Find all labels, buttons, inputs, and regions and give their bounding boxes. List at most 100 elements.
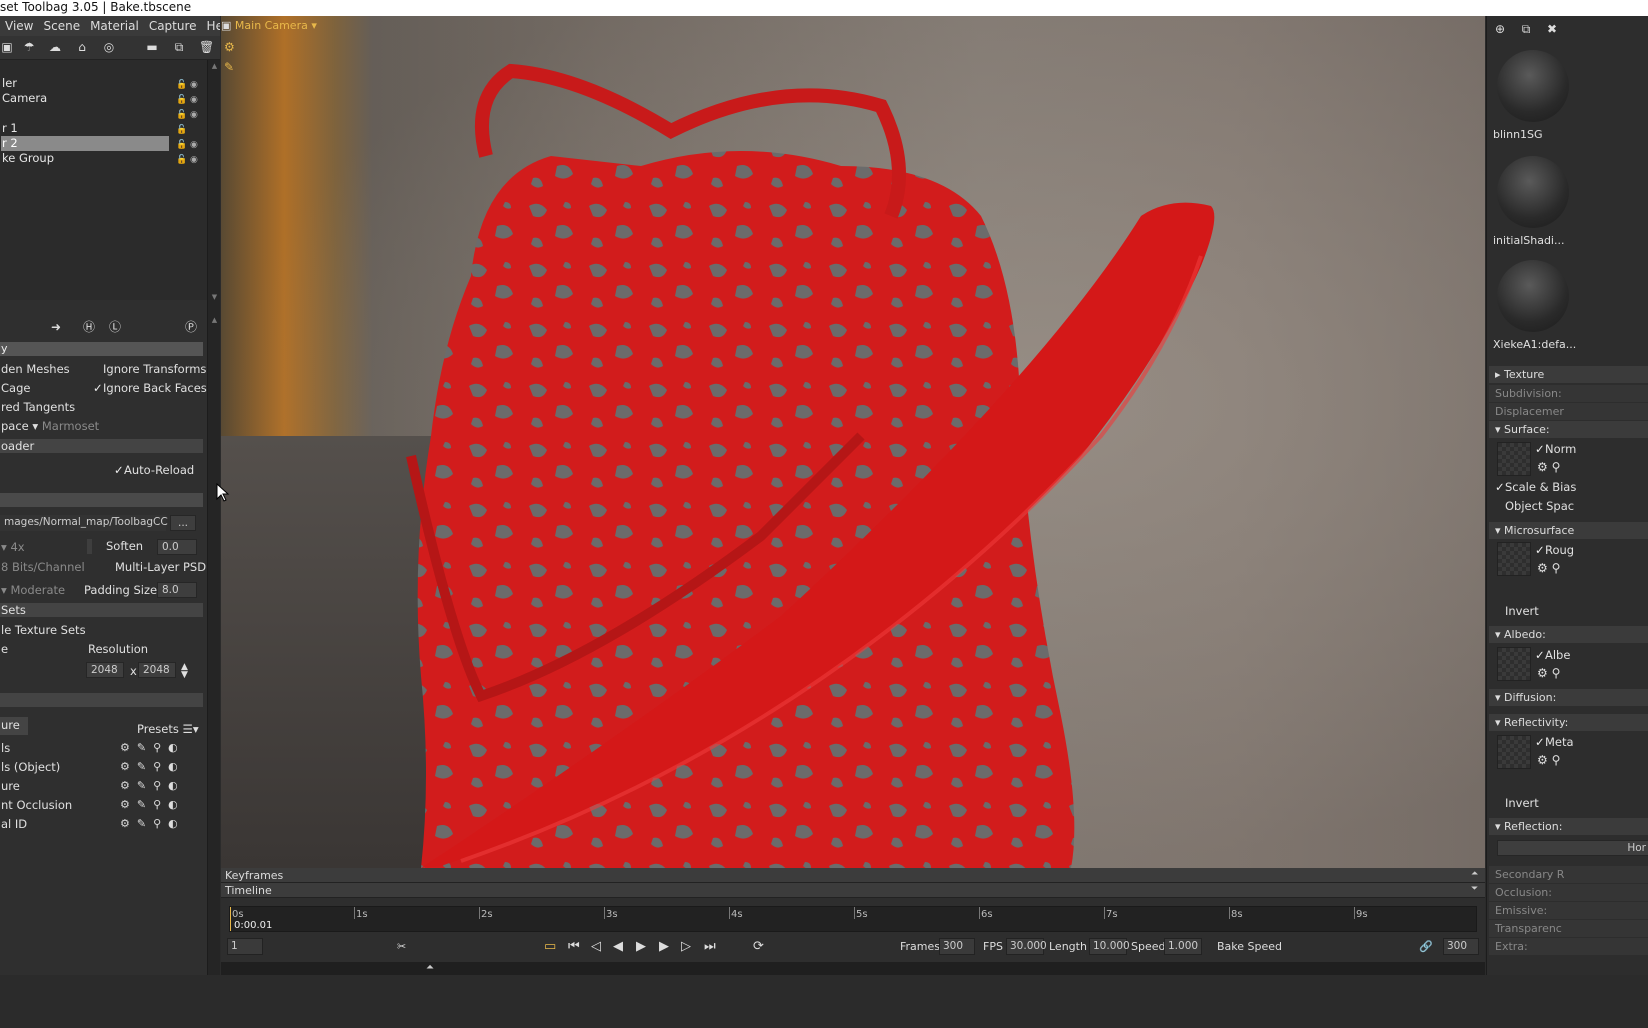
map-item-normals-object[interactable]: ls (Object)	[1, 760, 60, 775]
map-item-normals[interactable]: ls	[1, 741, 10, 756]
bits-dropdown[interactable]: 8 Bits/Channel	[1, 560, 85, 575]
prev-key-icon[interactable]: ◁	[591, 939, 601, 955]
outliner-item[interactable]: ke Group 🔓 ◉	[0, 151, 207, 166]
texture-tools[interactable]: ⚙ ⚲	[1537, 753, 1560, 768]
camera-icon[interactable]: ◎	[102, 40, 116, 54]
outliner-item[interactable]: r 1 🔓	[0, 121, 207, 136]
resolution-width-field[interactable]: 2048	[86, 662, 124, 678]
ignore-back-faces-checkbox[interactable]: ✓Ignore Back Faces	[93, 381, 207, 396]
normal-map-checkbox[interactable]: ✓Norm	[1535, 442, 1576, 457]
material-preview[interactable]	[1497, 260, 1569, 332]
speed-field[interactable]: 1.000	[1164, 938, 1202, 955]
scroll-down-icon[interactable]: ▼	[209, 293, 220, 301]
surface-texture-slot[interactable]	[1497, 442, 1531, 476]
quality-dropdown[interactable]: ▾ Moderate	[1, 583, 65, 598]
resolution-stepper-icon[interactable]: ▲ ▼	[181, 663, 188, 680]
frames-field[interactable]: 300	[939, 938, 975, 955]
skip-start-icon[interactable]: ⏮	[568, 939, 580, 955]
albedo-section[interactable]: ▾ Albedo:	[1489, 626, 1648, 643]
output-path-field[interactable]: mages/Normal_map/ToolbagCC	[0, 515, 168, 531]
timeline-scrubber[interactable]: ⏶	[221, 962, 1485, 975]
material-name[interactable]: blinn1SG	[1493, 128, 1543, 141]
eye-icon[interactable]: ◉	[190, 138, 202, 150]
scissors-icon[interactable]: ✂	[397, 939, 406, 955]
light-icon[interactable]: ☂	[22, 40, 36, 54]
microsurface-texture-slot[interactable]	[1497, 542, 1531, 576]
scrub-handle-icon[interactable]: ⏶	[426, 962, 434, 973]
albedo-checkbox[interactable]: ✓Albe	[1535, 648, 1570, 663]
roughness-checkbox[interactable]: ✓Roug	[1535, 543, 1574, 558]
texture-tools[interactable]: ⚙ ⚲	[1537, 666, 1560, 681]
output-section[interactable]	[0, 493, 203, 507]
outliner-item[interactable]: Camera 🔓 ◉	[0, 91, 207, 106]
duplicate-material-icon[interactable]: ⧉	[1519, 22, 1533, 36]
transparency-section[interactable]: Transparenc	[1489, 920, 1648, 937]
step-back-icon[interactable]: ◀	[613, 939, 623, 955]
reflectivity-section[interactable]: ▾ Reflectivity:	[1489, 714, 1648, 731]
padding-size-field[interactable]: 8.0	[157, 582, 197, 598]
timeline-header[interactable]: Timeline	[221, 883, 1485, 898]
add-material-icon[interactable]: ⊕	[1493, 22, 1507, 36]
folder-icon[interactable]: ▬	[145, 40, 159, 54]
auto-reload-checkbox[interactable]: ✓Auto-Reload	[114, 463, 194, 478]
map-item-material-id[interactable]: al ID	[1, 817, 27, 832]
duplicate-icon[interactable]: ⧉	[172, 40, 186, 54]
chevron-down-icon[interactable]: ▾	[308, 19, 317, 32]
surface-section[interactable]: ▾ Surface:	[1489, 421, 1648, 438]
keyframe-icon[interactable]: ▭	[544, 939, 556, 955]
resolution-height-field[interactable]: 2048	[138, 662, 176, 678]
outliner-item-selected[interactable]: r 2 🔓 ◉	[0, 136, 207, 151]
reflectivity-texture-slot[interactable]	[1497, 735, 1531, 769]
sky-icon[interactable]: ☁	[48, 40, 62, 54]
menu-help[interactable]: Help	[202, 19, 220, 33]
map-tools[interactable]: ⚙✎⚲◐	[120, 741, 200, 755]
lock-icon[interactable]: 🔓	[176, 78, 187, 90]
trash-icon[interactable]: 🗑	[199, 40, 214, 54]
expand-icon[interactable]: ⏶	[1471, 869, 1478, 879]
albedo-texture-slot[interactable]	[1497, 647, 1531, 681]
left-scrollbar[interactable]: ▲ ▼ ▲	[207, 60, 220, 1028]
skip-end-icon[interactable]: ⏭	[704, 939, 716, 955]
eye-icon[interactable]: ◉	[190, 108, 202, 120]
map-tools[interactable]: ⚙✎⚲◐	[120, 798, 200, 812]
step-forward-icon[interactable]: ▶	[659, 939, 669, 955]
scale-bias-checkbox[interactable]: ✓Scale & Bias	[1495, 480, 1576, 495]
pin-icon[interactable]: Ⓟ	[184, 320, 198, 334]
eye-icon[interactable]: ◉	[190, 153, 202, 165]
next-key-icon[interactable]: ▷	[681, 939, 691, 955]
material-name[interactable]: XiekeA1:defa...	[1493, 338, 1576, 351]
secondary-reflection-section[interactable]: Secondary R	[1489, 866, 1648, 883]
play-icon[interactable]: ▶	[636, 939, 646, 955]
microsurface-section[interactable]: ▾ Microsurface	[1489, 522, 1648, 539]
texture-tools[interactable]: ⚙ ⚲	[1537, 460, 1560, 475]
lock-icon[interactable]: 🔓	[176, 93, 187, 105]
texture-sets-section[interactable]: Sets	[1, 603, 26, 618]
map-tools[interactable]: ⚙✎⚲◐	[120, 779, 200, 793]
bake-icon[interactable]: ➜	[42, 320, 70, 334]
ignore-transforms-checkbox[interactable]: Ignore Transforms	[93, 362, 206, 377]
invert-checkbox[interactable]: Invert	[1495, 604, 1539, 619]
invert-checkbox[interactable]: Invert	[1495, 796, 1539, 811]
lock-icon[interactable]: 🔓	[176, 138, 187, 150]
material-name[interactable]: initialShadi...	[1493, 234, 1564, 247]
camera-dropdown[interactable]: Main Camera	[235, 19, 308, 32]
map-item-ambient-occlusion[interactable]: nt Occlusion	[1, 798, 72, 813]
metalness-checkbox[interactable]: ✓Meta	[1535, 735, 1574, 750]
keyframes-header[interactable]: Keyframes	[221, 868, 1485, 883]
subdivision-section[interactable]: Subdivision:	[1489, 385, 1648, 402]
low-icon[interactable]: Ⓛ	[108, 320, 122, 334]
lock-icon[interactable]: 🔓	[176, 153, 187, 165]
baker-icon[interactable]: ⌂	[75, 40, 89, 54]
object-space-checkbox[interactable]: Object Spac	[1495, 499, 1574, 514]
lock-icon[interactable]: 🔓	[176, 108, 187, 120]
presets-dropdown[interactable]: Presets ☰▾	[137, 722, 199, 737]
maps-section-label[interactable]: ure	[1, 718, 20, 733]
high-icon[interactable]: Ⓗ	[82, 320, 96, 334]
outliner-item[interactable]: 🔓 ◉	[0, 106, 207, 121]
section-header[interactable]: y	[0, 342, 203, 356]
diffusion-section[interactable]: ▾ Diffusion:	[1489, 689, 1648, 706]
browse-button[interactable]: ...	[170, 515, 196, 531]
bake-speed-button[interactable]: Bake Speed	[1217, 939, 1282, 955]
material-preview[interactable]	[1497, 50, 1569, 122]
brush-icon[interactable]: ✎	[224, 60, 234, 74]
